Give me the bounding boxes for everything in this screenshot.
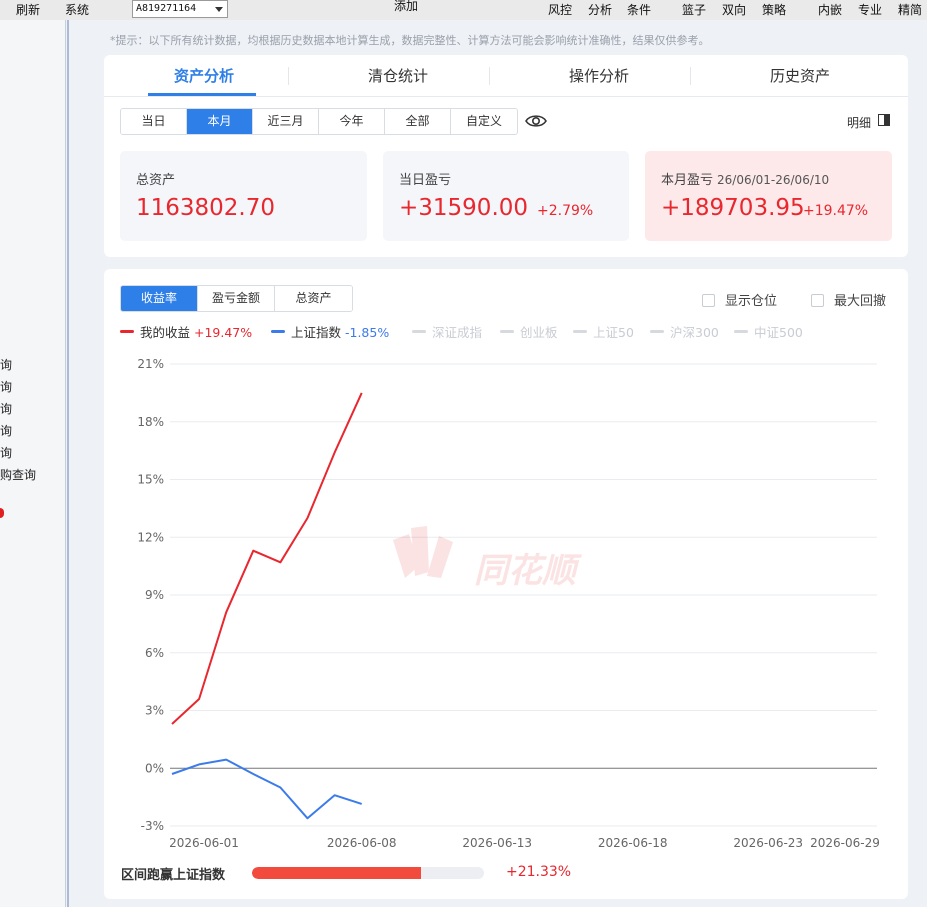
tab-divider [489,67,490,85]
series-lines [171,392,363,820]
period-three-months[interactable]: 近三月 [253,109,319,134]
tab-divider [288,67,289,85]
monthly-pnl-range: 26/06/01-26/06/10 [717,173,830,187]
y-tick-label: 6% [145,646,164,660]
y-tick-label: 12% [137,530,164,544]
x-tick-label: 2026-06-01 [169,836,239,850]
hint-text: *提示：以下所有统计数据，均根据历史数据本地计算生成，数据完整性、计算方法可能会… [110,34,710,47]
daily-pnl-pct: +2.79% [537,203,594,219]
outperform-value: +21.33% [506,864,572,880]
tab-divider [690,67,691,85]
y-tick-label: 9% [145,588,164,602]
active-tab-indicator [148,93,256,96]
watermark: 同花顺 [393,526,582,591]
risk-control-button[interactable]: 风控 [548,1,572,18]
outperform-bar-fill [252,867,422,879]
total-assets-card: 总资产 1163802.70 [120,151,367,241]
x-tick-label: 2026-06-08 [327,836,397,850]
period-this-month[interactable]: 本月 [187,109,253,134]
series-line [171,392,363,725]
tab-asset-analysis[interactable]: 资产分析 [104,65,304,86]
y-axis-ticks: 21% 18% 15% 12% 9% 6% 3% 0% -3% [137,357,164,833]
system-menu[interactable]: 系统 [65,1,89,18]
simple-button[interactable]: 精简 [898,1,922,18]
monthly-pnl-label: 本月盈亏 26/06/01-26/06/10 [661,169,829,188]
refresh-button[interactable]: 刷新 [16,1,40,18]
notification-dot [0,508,4,518]
sidebar-item[interactable]: 询 [0,378,12,395]
x-tick-label: 2026-06-18 [598,836,668,850]
top-toolbar: 刷新 系统 A819271164 添加 风控 分析 条件 篮子 双向 策略 内嵌… [0,0,927,20]
daily-pnl-card: 当日盈亏 +31590.00 +2.79% [383,151,629,241]
y-tick-label: 3% [145,704,164,718]
return-line-chart: 同花顺 21%18%15%12%9%6%3%0%-3% 2026-06-01 20… [137,357,880,850]
outperform-label: 区间跑赢上证指数 [121,868,226,883]
y-tick-label: 0% [145,761,164,775]
tab-clearance-stats[interactable]: 清仓统计 [298,65,498,86]
x-tick-label: 2026-06-13 [462,836,532,850]
y-tick-label: 21% [137,357,164,371]
outperform-bar [252,867,484,879]
period-custom[interactable]: 自定义 [451,109,517,134]
tab-history-assets[interactable]: 历史资产 [700,65,900,86]
watermark-text: 同花顺 [474,551,582,591]
daily-pnl-label: 当日盈亏 [399,173,452,188]
monthly-pnl-value: +189703.95 [661,195,805,221]
pro-button[interactable]: 专业 [858,1,882,18]
left-sidebar: 询 询 询 询 询 购查询 [0,20,66,907]
sidebar-item[interactable]: 询 [0,422,12,439]
period-all[interactable]: 全部 [385,109,451,134]
period-today[interactable]: 当日 [121,109,187,134]
analysis-button[interactable]: 分析 [588,1,612,18]
x-tick-label: 2026-06-23 [733,836,803,850]
detail-toggle[interactable]: 明细 [847,114,871,131]
strategy-button[interactable]: 策略 [762,1,786,18]
account-select[interactable]: A819271164 [132,0,228,18]
sidebar-item[interactable]: 询 [0,444,12,461]
add-button[interactable]: 添加 [394,0,418,14]
two-way-button[interactable]: 双向 [722,1,746,18]
daily-pnl-value: +31590.00 [399,195,529,221]
analysis-tabs: 资产分析 清仓统计 操作分析 历史资产 [104,55,908,97]
x-tick-label: 2026-06-29 [810,836,880,850]
account-value: A819271164 [136,3,197,14]
basket-button[interactable]: 篮子 [682,1,706,18]
y-tick-label: 15% [137,473,164,487]
detail-panel-icon[interactable] [878,114,890,126]
monthly-pnl-pct: +19.47% [803,203,869,219]
chart-grid [170,363,877,827]
y-tick-label: -3% [141,819,164,833]
period-this-year[interactable]: 今年 [319,109,385,134]
chart-card: 收益率 盈亏金额 总资产 显示仓位 最大回撤 我的收益 +19.47% 上证指数… [104,269,908,899]
monthly-pnl-card: 本月盈亏 26/06/01-26/06/10 +189703.95 +19.47% [645,151,892,241]
eye-icon[interactable] [525,113,547,129]
sidebar-item[interactable]: 询 [0,400,12,417]
monthly-pnl-title: 本月盈亏 [661,173,714,188]
watermark-logo-icon [427,536,453,578]
y-tick-label: 18% [137,415,164,429]
chevron-down-icon [215,7,223,12]
summary-card: 资产分析 清仓统计 操作分析 历史资产 当日 本月 近三月 今年 全部 自定义 … [104,55,908,257]
condition-button[interactable]: 条件 [627,1,651,18]
splitter[interactable] [67,20,69,907]
sidebar-item[interactable]: 购查询 [0,466,36,483]
embedded-button[interactable]: 内嵌 [818,1,842,18]
period-selector: 当日 本月 近三月 今年 全部 自定义 [120,108,518,135]
tab-operation-analysis[interactable]: 操作分析 [499,65,699,86]
total-assets-label: 总资产 [136,173,176,188]
sidebar-item[interactable]: 询 [0,356,12,373]
total-assets-value: 1163802.70 [136,195,276,221]
x-axis-ticks: 2026-06-01 2026-06-08 2026-06-13 2026-06-18… [169,836,880,850]
